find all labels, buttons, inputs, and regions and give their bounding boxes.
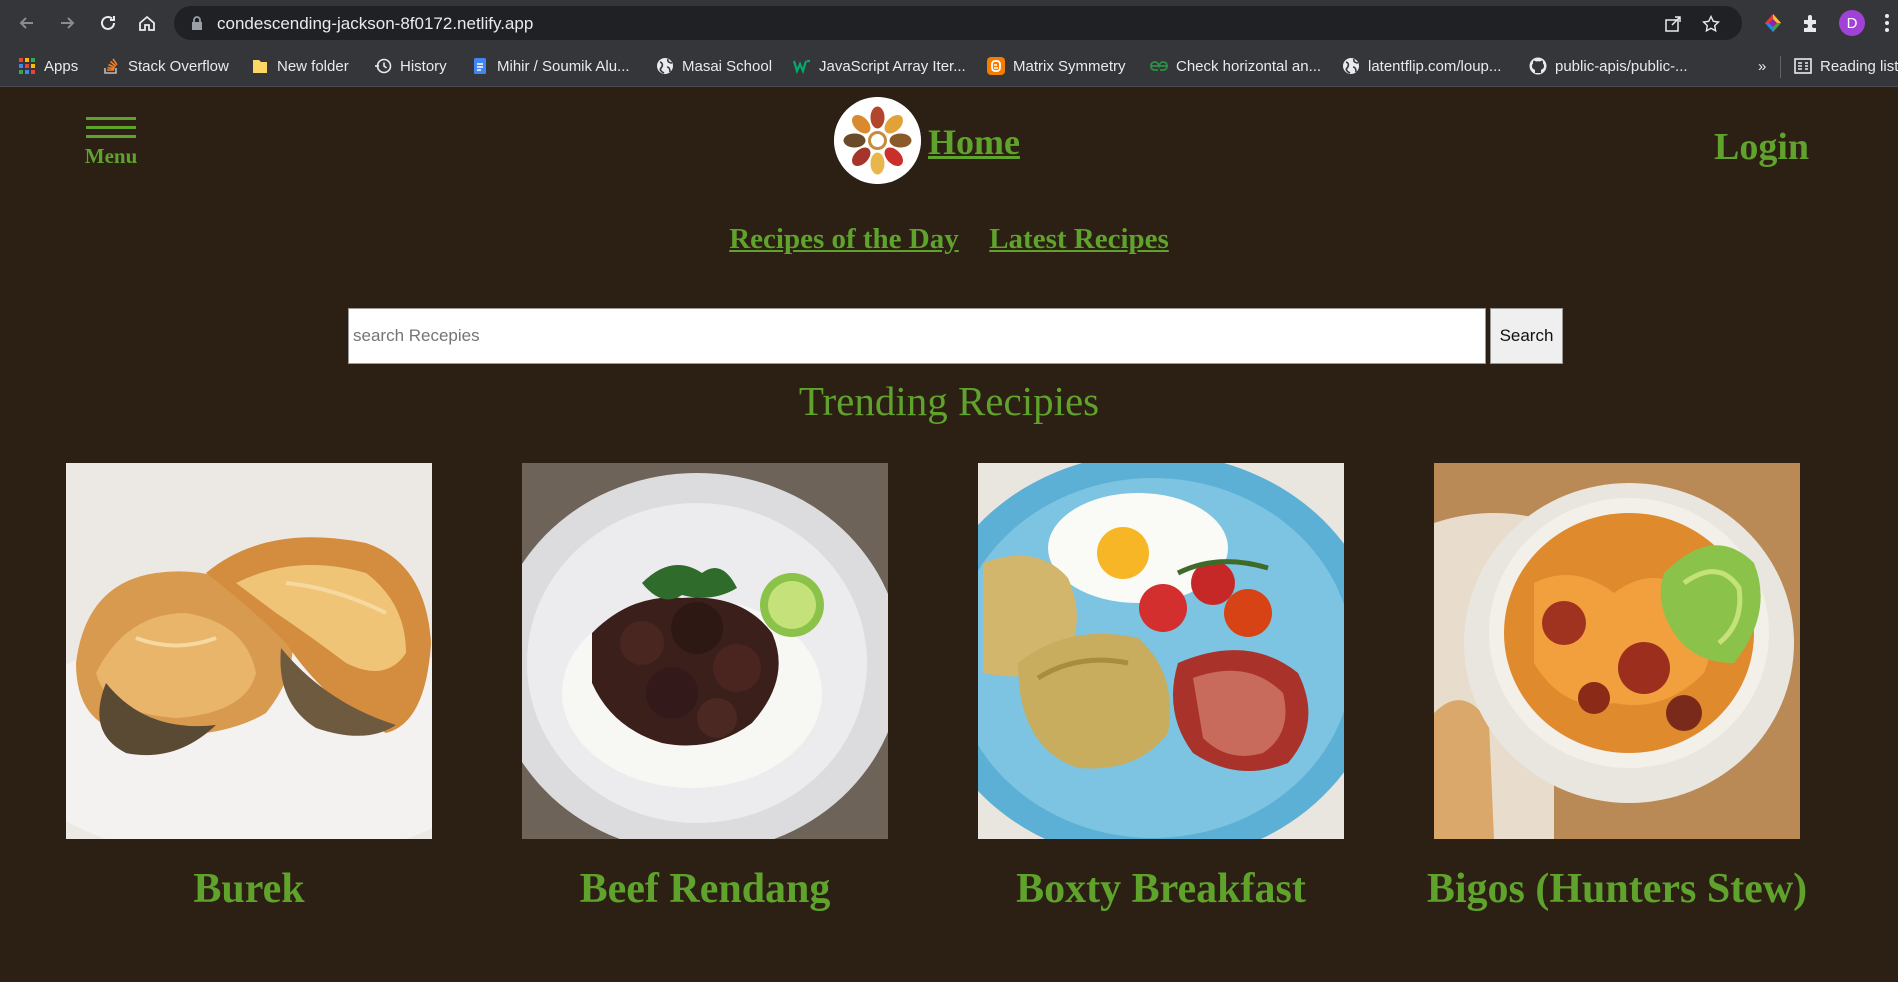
bookmark-label: New folder xyxy=(277,57,349,75)
hamburger-bar-icon xyxy=(86,126,136,129)
forward-arrow-icon xyxy=(61,17,75,29)
history-icon xyxy=(375,58,392,74)
address-bar-row: condescending-jackson-8f0172.netlify.app… xyxy=(0,0,1898,46)
profile-avatar[interactable]: D xyxy=(1839,10,1865,36)
bigos-photo[interactable] xyxy=(1434,463,1800,839)
boxty-breakfast-photo[interactable] xyxy=(978,463,1344,839)
bookmark-label: Check horizontal an... xyxy=(1176,57,1322,75)
globe-icon xyxy=(657,58,673,74)
star-bookmark-icon[interactable] xyxy=(1702,15,1720,33)
bookmark-label: JavaScript Array Iter... xyxy=(819,57,966,75)
bookmark-label: Mihir / Soumik Alu... xyxy=(497,57,630,75)
forward-button[interactable] xyxy=(54,10,80,36)
page-content: Menu Home Login Recipes of the Day Lates… xyxy=(0,87,1898,982)
bookmark-new-folder[interactable]: New folder xyxy=(251,55,349,77)
bookmark-matrix-symmetry[interactable]: Matrix Symmetry xyxy=(987,55,1126,77)
home-link[interactable]: Home xyxy=(928,121,1020,163)
back-button[interactable] xyxy=(14,10,40,36)
bookmark-label: History xyxy=(400,57,447,75)
bookmark-apps[interactable]: Apps xyxy=(18,55,78,77)
bookmark-latentflip[interactable]: latentflip.com/loup... xyxy=(1342,55,1501,77)
reading-list-icon xyxy=(1794,58,1812,74)
share-icon[interactable] xyxy=(1664,15,1682,33)
home-browser-button[interactable] xyxy=(134,10,160,36)
reload-icon xyxy=(101,15,115,30)
gfg-icon xyxy=(1150,61,1168,71)
bookmark-label: latentflip.com/loup... xyxy=(1368,57,1502,75)
latest-recipes-link[interactable]: Latest Recipes xyxy=(989,223,1169,255)
bookmark-check-horizontal[interactable]: Check horizontal an... xyxy=(1150,55,1321,77)
recipe-name[interactable]: Burek xyxy=(36,865,462,913)
burek-photo[interactable] xyxy=(66,463,432,839)
overflow-chevron-icon: » xyxy=(1758,57,1767,75)
site-logo[interactable] xyxy=(834,97,921,184)
reload-button[interactable] xyxy=(95,10,121,36)
url-text: condescending-jackson-8f0172.netlify.app xyxy=(217,14,534,33)
bookmark-label: Apps xyxy=(44,57,79,75)
recipes-of-the-day-link[interactable]: Recipes of the Day xyxy=(729,223,959,255)
bookmark-label: Matrix Symmetry xyxy=(1013,57,1126,75)
docs-icon xyxy=(474,58,486,74)
recipe-name[interactable]: Bigos (Hunters Stew) xyxy=(1404,865,1830,913)
kebab-menu-icon[interactable] xyxy=(1880,12,1894,34)
hamburger-bar-icon xyxy=(86,135,136,138)
recipe-name[interactable]: Boxty Breakfast xyxy=(948,865,1374,913)
bookmark-label: Masai School xyxy=(682,57,773,75)
hamburger-bar-icon xyxy=(86,117,136,120)
bookmarks-bar: Apps Stack Overflow New folder History M… xyxy=(0,46,1898,87)
back-arrow-icon xyxy=(19,17,33,29)
sub-navigation: Recipes of the Day Latest Recipes xyxy=(0,223,1898,256)
search-button[interactable]: Search xyxy=(1490,308,1563,364)
bookmark-label: Stack Overflow xyxy=(128,57,229,75)
folder-icon xyxy=(253,60,267,73)
blogger-icon xyxy=(987,57,1005,75)
menu-label: Menu xyxy=(84,144,138,168)
trending-title: Trending Recipies xyxy=(798,378,1100,424)
search-input[interactable] xyxy=(348,308,1486,364)
browser-chrome: condescending-jackson-8f0172.netlify.app… xyxy=(0,0,1898,87)
house-icon xyxy=(139,15,155,31)
bookmarks-overflow-button[interactable]: » xyxy=(1758,55,1766,77)
menu-button[interactable]: Menu xyxy=(84,117,138,169)
reading-list-button[interactable]: Reading list xyxy=(1794,55,1898,77)
stackoverflow-icon xyxy=(104,58,118,74)
bookmark-mihir-soumik[interactable]: Mihir / Soumik Alu... xyxy=(471,55,630,77)
bookmark-masai-school[interactable]: Masai School xyxy=(656,55,772,77)
lock-icon xyxy=(192,16,202,30)
bookmark-public-apis[interactable]: public-apis/public-... xyxy=(1529,55,1688,77)
bookmark-label: public-apis/public-... xyxy=(1555,57,1688,75)
omnibox[interactable]: condescending-jackson-8f0172.netlify.app xyxy=(174,6,1742,40)
bookmark-history[interactable]: History xyxy=(374,55,447,77)
bookmark-separator xyxy=(1780,56,1781,78)
color-extension-icon[interactable] xyxy=(1762,12,1784,34)
w3-icon xyxy=(793,59,810,75)
globe-icon xyxy=(1343,58,1359,74)
puzzle-extensions-icon[interactable] xyxy=(1800,12,1822,34)
github-icon xyxy=(1529,57,1547,75)
bookmark-stack-overflow[interactable]: Stack Overflow xyxy=(102,55,229,77)
bookmark-js-array[interactable]: JavaScript Array Iter... xyxy=(793,55,966,77)
login-link[interactable]: Login xyxy=(1714,125,1809,169)
apps-grid-icon xyxy=(19,58,35,74)
beef-rendang-photo[interactable] xyxy=(522,463,888,839)
recipe-name[interactable]: Beef Rendang xyxy=(492,865,918,913)
reading-list-label: Reading list xyxy=(1820,57,1898,75)
